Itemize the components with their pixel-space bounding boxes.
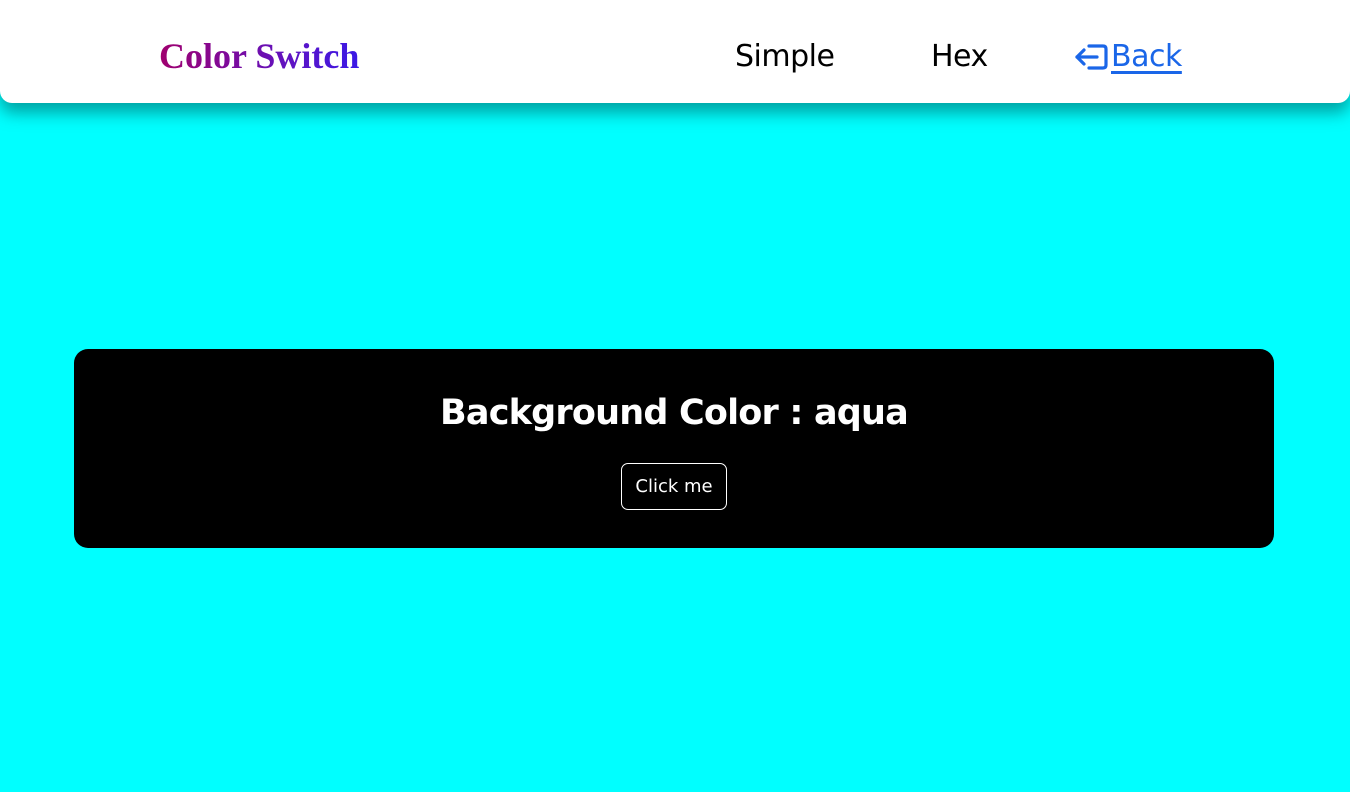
navbar: Color Switch Simple Hex Back (0, 0, 1350, 103)
nav-link-hex[interactable]: Hex (931, 38, 988, 76)
nav-link-back[interactable]: Back (1073, 38, 1182, 76)
color-card: Background Color : aqua Click me (74, 349, 1274, 548)
brand-title: Color Switch (159, 36, 360, 76)
back-link-label: Back (1111, 39, 1182, 74)
background-color-heading: Background Color : aqua (440, 393, 909, 433)
click-me-button[interactable]: Click me (621, 463, 727, 510)
box-arrow-in-left-icon (1075, 44, 1108, 70)
nav-link-simple[interactable]: Simple (735, 38, 835, 76)
